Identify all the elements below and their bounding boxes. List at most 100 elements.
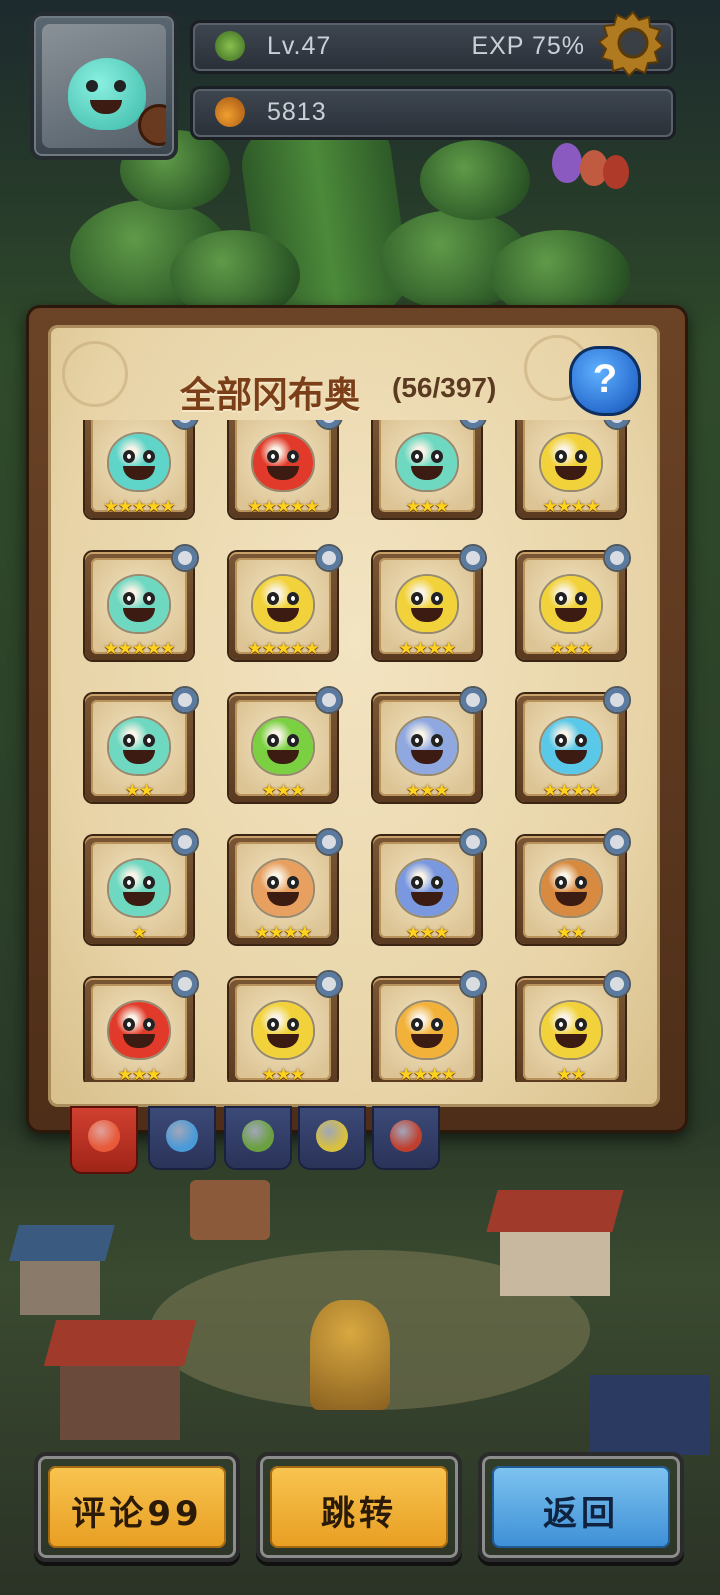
- settings-gear-icon[interactable]: [597, 8, 668, 78]
- monster-eye: [143, 876, 155, 889]
- monster-body: [109, 1002, 169, 1058]
- monster-eye: [267, 1018, 279, 1031]
- monster-card[interactable]: ★★★★★: [229, 420, 343, 518]
- comment-button[interactable]: 评论99: [34, 1452, 240, 1562]
- monster-card[interactable]: ★★: [85, 686, 199, 802]
- monster-body: [541, 718, 601, 774]
- exp-text: EXP 75%: [471, 32, 585, 60]
- star-rating: ★★: [556, 923, 586, 943]
- water-element-icon: [603, 970, 631, 998]
- statue: [310, 1300, 390, 1410]
- monster-card[interactable]: ★★★★: [373, 544, 487, 660]
- player-avatar[interactable]: [30, 12, 178, 160]
- star-rating: ★★★★: [542, 781, 601, 801]
- monster-eye: [575, 876, 587, 889]
- monster-body: [397, 576, 457, 632]
- monster-mouth: [123, 1034, 155, 1048]
- back-button[interactable]: 返回: [478, 1452, 684, 1562]
- monster-body: [541, 434, 601, 490]
- monster-body: [397, 860, 457, 916]
- star-rating: ★★★: [405, 923, 450, 943]
- water-element-icon: [315, 828, 343, 856]
- comment-button-label: 评论99: [71, 1494, 203, 1534]
- monster-card[interactable]: ★★★★: [229, 828, 343, 944]
- monster-eye: [287, 1018, 299, 1031]
- water-tab-icon: [166, 1120, 198, 1152]
- monster-eye: [123, 876, 135, 889]
- monster-eye: [287, 592, 299, 605]
- monster-body: [109, 434, 169, 490]
- monster-eye: [555, 876, 567, 889]
- monster-card[interactable]: ★★★: [85, 970, 199, 1082]
- tab-leaf[interactable]: [226, 1108, 290, 1168]
- monster-eye: [411, 734, 423, 747]
- tab-all[interactable]: [72, 1108, 136, 1172]
- monster-eye: [267, 450, 279, 463]
- star-rating: ★★★★★: [247, 497, 319, 517]
- monster-mouth: [555, 892, 587, 906]
- monster-eye: [555, 734, 567, 747]
- water-element-icon: [171, 970, 199, 998]
- monster-eye: [267, 592, 279, 605]
- monster-card[interactable]: ★★★: [373, 828, 487, 944]
- monster-card[interactable]: ★★★★: [517, 420, 631, 518]
- clover-icon: [215, 31, 245, 61]
- monster-card[interactable]: ★★★: [517, 544, 631, 660]
- fire-element-icon: [171, 828, 199, 856]
- monster-grid[interactable]: ★★★★★ ★★★★★ ★★★ ★★★★ ★★★★★ ★★★★★ ★★★★ ★★★ ★★ ★★★ ★…: [60, 420, 650, 1082]
- collection-count: (56/397): [392, 372, 497, 403]
- monster-mouth: [555, 750, 587, 764]
- monster-mouth: [411, 608, 443, 622]
- monster-body: [109, 860, 169, 916]
- star-rating: ★★★★: [254, 923, 313, 943]
- monster-body: [397, 718, 457, 774]
- monster-card[interactable]: ★★★: [373, 420, 487, 518]
- leaf-tab-icon: [242, 1120, 274, 1152]
- monster-mouth: [267, 1034, 299, 1048]
- star-rating: ★★★★★: [247, 639, 319, 659]
- tab-star[interactable]: [300, 1108, 364, 1168]
- fire-element-icon: [603, 544, 631, 572]
- monster-card[interactable]: ★★★★★: [85, 544, 199, 660]
- tab-water[interactable]: [150, 1108, 214, 1168]
- currency-amount: 5813: [267, 98, 327, 126]
- monster-eye: [123, 450, 135, 463]
- monster-eye: [575, 592, 587, 605]
- monster-eye: [143, 1018, 155, 1031]
- monster-card[interactable]: ★★★★★: [229, 544, 343, 660]
- jump-button[interactable]: 跳转: [256, 1452, 462, 1562]
- monster-eye: [555, 1018, 567, 1031]
- tab-fire[interactable]: [374, 1108, 438, 1168]
- monster-card[interactable]: ★★: [517, 828, 631, 944]
- monster-mouth: [411, 466, 443, 480]
- monster-card[interactable]: ★★★: [229, 686, 343, 802]
- monster-card[interactable]: ★★★: [373, 686, 487, 802]
- monster-card[interactable]: ★★★★★: [85, 420, 199, 518]
- monster-mouth: [555, 608, 587, 622]
- help-button[interactable]: ?: [569, 346, 641, 416]
- monster-card[interactable]: ★★★: [229, 970, 343, 1082]
- sword-element-icon: [459, 970, 487, 998]
- fruit-currency-icon: [215, 97, 245, 127]
- monster-mouth: [555, 466, 587, 480]
- monster-eye: [555, 592, 567, 605]
- monster-eye: [411, 876, 423, 889]
- star-rating: ★★★: [405, 497, 450, 517]
- star-rating: ★★★★★: [103, 497, 175, 517]
- monster-eye: [431, 734, 443, 747]
- monster-mouth: [267, 608, 299, 622]
- all-tab-icon: [88, 1120, 120, 1152]
- monster-card[interactable]: ★★: [517, 970, 631, 1082]
- monster-mouth: [267, 750, 299, 764]
- star-rating: ★★★: [405, 781, 450, 801]
- back-button-label: 返回: [543, 1494, 619, 1534]
- monster-eye: [411, 592, 423, 605]
- monster-mouth: [411, 1034, 443, 1048]
- monster-card[interactable]: ★: [85, 828, 199, 944]
- monster-card[interactable]: ★★★★: [517, 686, 631, 802]
- star-tab-icon: [316, 1120, 348, 1152]
- monster-card[interactable]: ★★★★: [373, 970, 487, 1082]
- monster-eye: [287, 450, 299, 463]
- monster-eye: [431, 592, 443, 605]
- star-rating: ★★★★: [542, 497, 601, 517]
